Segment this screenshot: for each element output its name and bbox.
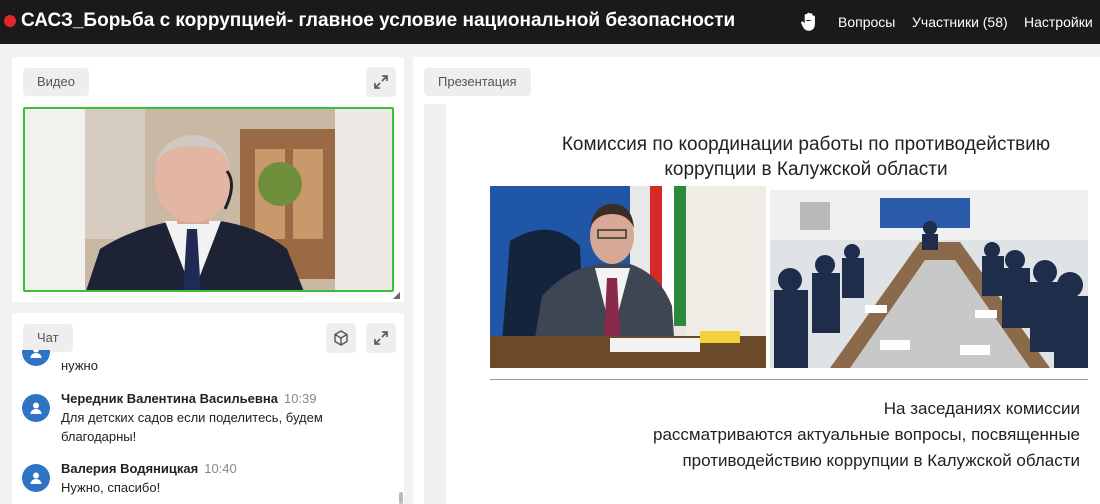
chat-label: Чат (23, 324, 73, 352)
avatar (22, 464, 50, 492)
avatar (22, 350, 50, 366)
video-resize-icon[interactable] (393, 292, 400, 299)
expand-icon (374, 331, 388, 345)
chat-message-text: нужно (61, 358, 98, 373)
video-expand-button[interactable] (366, 67, 396, 97)
chat-time: 10:39 (283, 391, 317, 406)
user-icon (30, 472, 42, 484)
chat-message-text: Нужно, спасибо! (61, 480, 161, 495)
slide-text-line: На заседаниях комиссии (883, 399, 1080, 418)
chat-message-list[interactable]: нужно Чередник Валентина Васильевна 10:39… (22, 350, 392, 504)
nav-settings[interactable]: Настройки (1024, 14, 1093, 30)
slide-body-text: На заседаниях комиссии рассматриваются а… (596, 396, 1080, 474)
user-icon (30, 402, 42, 414)
slide-photo-meeting (770, 190, 1088, 368)
avatar (22, 394, 50, 422)
chat-expand-button[interactable] (366, 323, 396, 353)
chat-cube-button[interactable] (326, 323, 356, 353)
chat-scrollbar[interactable] (399, 492, 403, 504)
slide-divider (490, 379, 1088, 380)
nav-participants[interactable]: Участники (58) (912, 14, 1008, 30)
slide-title-line: Комиссия по координации работы по против… (561, 134, 1051, 155)
slide-text-line: рассматриваются актуальные вопросы, посв… (653, 425, 1080, 444)
chat-message-text: благодарны! (61, 429, 137, 444)
top-bar: САСЗ_Борьба с коррупцией- главное услови… (0, 0, 1100, 44)
slide-title-line: коррупции в Калужской области (664, 159, 948, 180)
chat-time: 10:40 (204, 461, 237, 476)
meeting-title: САСЗ_Борьба с коррупцией- главное услови… (21, 10, 736, 31)
cube-icon (334, 330, 348, 346)
expand-icon (374, 75, 388, 89)
chat-message-text: Для детских садов если поделитесь, будем (61, 410, 323, 425)
speaker-video-image (25, 109, 392, 290)
chat-author-name: Чередник Валентина Васильевна (61, 391, 278, 406)
nav-questions[interactable]: Вопросы (838, 14, 895, 30)
video-label: Видео (23, 68, 89, 96)
slide-title: Комиссия по координации работы по против… (506, 132, 1100, 182)
chat-author: Валерия Водяницкая 10:40 (61, 461, 237, 476)
slide-text-line: противодействию коррупции в Калужской об… (682, 451, 1080, 470)
video-feed (23, 107, 394, 292)
presentation-slide: Комиссия по координации работы по против… (424, 104, 1100, 504)
slide-photo-governor (490, 186, 766, 368)
chat-author-name: Валерия Водяницкая (61, 461, 199, 476)
chat-author: Чередник Валентина Васильевна 10:39 (61, 391, 317, 406)
user-icon (30, 350, 42, 358)
presentation-label: Презентация (424, 68, 531, 96)
recording-indicator (4, 15, 16, 27)
raise-hand-icon[interactable] (800, 12, 818, 32)
